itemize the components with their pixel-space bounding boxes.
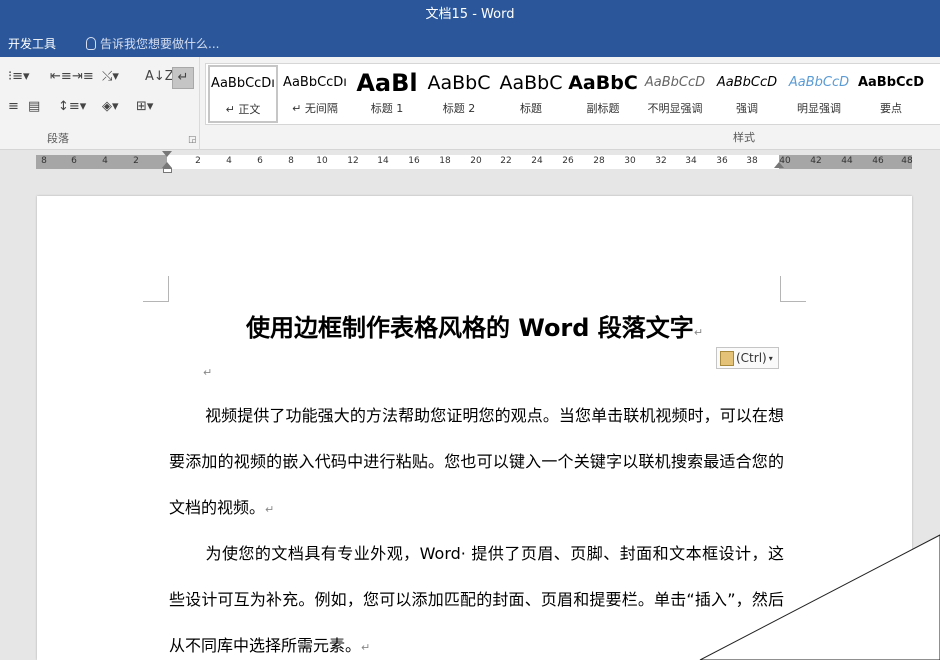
- page-curl-overlay: [699, 534, 940, 660]
